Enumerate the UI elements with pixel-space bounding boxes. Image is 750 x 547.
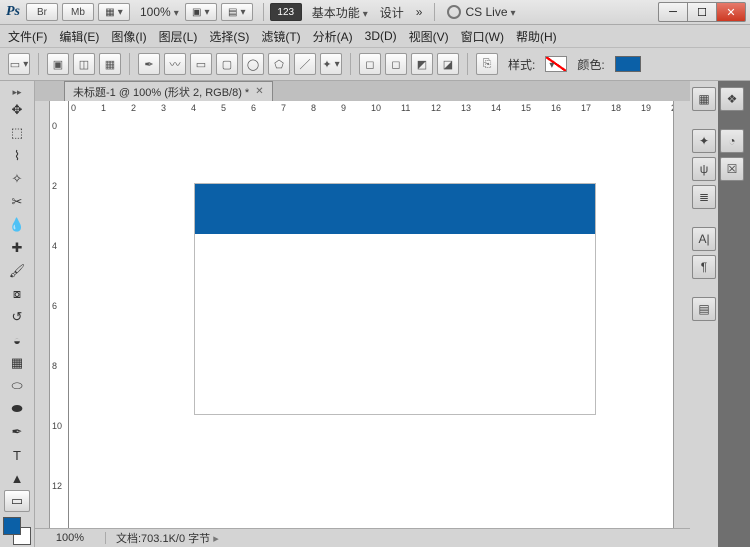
color-swatch[interactable]	[615, 56, 641, 72]
type-tool[interactable]: T	[4, 444, 30, 466]
document-tab-title: 未标题-1 @ 100% (形状 2, RGB/8) *	[73, 84, 249, 100]
status-zoom[interactable]: 100%	[35, 532, 106, 544]
vertical-ruler: 024681012	[50, 101, 69, 528]
menu-analysis[interactable]: 分析(A)	[313, 28, 353, 45]
titlebar: Ps Br Mb ▦ 100% ▣ ▤ 123 基本功能 设计 » CS Liv…	[0, 0, 750, 25]
marquee-tool[interactable]: ⬚	[4, 122, 30, 144]
menu-select[interactable]: 选择(S)	[209, 28, 249, 45]
workspace-design[interactable]: 设计	[380, 4, 404, 21]
minibridge-button[interactable]: Mb	[62, 3, 94, 21]
rrect-icon[interactable]: ▢	[216, 53, 238, 75]
workspace-basic[interactable]: 基本功能	[312, 4, 368, 21]
brush-tool[interactable]: 🖌	[4, 260, 30, 282]
screen-mode-button[interactable]: ▣	[185, 3, 217, 21]
link-icon[interactable]: ⎘	[476, 53, 498, 75]
panel-layers-icon[interactable]: ▤	[692, 297, 716, 321]
menu-filter[interactable]: 滤镜(T)	[261, 28, 300, 45]
fg-color-chip[interactable]	[3, 517, 21, 535]
view-extras-button[interactable]: ▤	[221, 3, 253, 21]
ellipse-icon[interactable]: ◯	[242, 53, 264, 75]
window-maximize[interactable]: ☐	[688, 2, 717, 22]
path-intersect-icon[interactable]: ◩	[411, 53, 433, 75]
menu-file[interactable]: 文件(F)	[8, 28, 47, 45]
style-label: 样式:	[508, 56, 535, 73]
right-dock: ▦ ✦ ψ ≣ A| ¶ ▤ ❖ ◔ ☒	[690, 81, 750, 547]
titlebar-zoom[interactable]: 100%	[140, 5, 179, 19]
eyedropper-tool[interactable]: 💧	[4, 214, 30, 236]
history-brush-tool[interactable]: ↺	[4, 306, 30, 328]
panel-history-icon[interactable]: ❖	[720, 87, 744, 111]
menu-help[interactable]: 帮助(H)	[516, 28, 557, 45]
toolbox: ▸▸ ✥ ⬚ ⌇ ✧ ✂ 💧 ✚ 🖌 ⧇ ↺ ◒ ▦ ⬭ ⬬ ✒ T ▲ ▭	[0, 81, 35, 547]
path-exclude-icon[interactable]: ◪	[437, 53, 459, 75]
pen-tool[interactable]: ✒	[4, 421, 30, 443]
shape-rectangle[interactable]	[195, 184, 595, 234]
paths-icon[interactable]: ◫	[73, 53, 95, 75]
freeform-pen-icon[interactable]: 〰	[164, 53, 186, 75]
tool-preset[interactable]: ▭	[8, 53, 30, 75]
cslive-button[interactable]: CS Live	[447, 5, 515, 20]
window-minimize[interactable]: ─	[658, 2, 688, 22]
bridge-button[interactable]: Br	[26, 3, 58, 21]
arrange-docs-button[interactable]: ▦	[98, 3, 130, 21]
app-logo: Ps	[6, 4, 26, 20]
status-bar: 100% 文档:703.1K/0 字节	[35, 528, 690, 547]
stamp-tool[interactable]: ⧇	[4, 283, 30, 305]
panel-swatches-icon[interactable]: ✦	[692, 129, 716, 153]
panel-info-icon[interactable]: ☒	[720, 157, 744, 181]
menu-3d[interactable]: 3D(D)	[365, 29, 397, 43]
shape-layers-icon[interactable]: ▣	[47, 53, 69, 75]
rect-icon[interactable]: ▭	[190, 53, 212, 75]
path-select-tool[interactable]: ▲	[4, 467, 30, 489]
panel-styles-icon[interactable]: ψ	[692, 157, 716, 181]
style-swatch[interactable]	[545, 56, 567, 72]
panel-nav-icon[interactable]: ◔	[720, 129, 744, 153]
heal-tool[interactable]: ✚	[4, 237, 30, 259]
panel-char-icon[interactable]: A|	[692, 227, 716, 251]
polygon-icon[interactable]: ⬠	[268, 53, 290, 75]
options-bar: ▭ ▣ ◫ ▦ ✒ 〰 ▭ ▢ ◯ ⬠ ／ ✦ ◻ ◻ ◩ ◪ ⎘ 样式: 颜色…	[0, 48, 750, 81]
color-label: 颜色:	[577, 56, 604, 73]
path-subtract-icon[interactable]: ◻	[385, 53, 407, 75]
canvas[interactable]	[69, 119, 673, 528]
artboard	[194, 183, 596, 415]
pen-icon[interactable]: ✒	[138, 53, 160, 75]
crop-tool[interactable]: ✂	[4, 191, 30, 213]
blur-tool[interactable]: ⬭	[4, 375, 30, 397]
color-chips[interactable]	[3, 517, 31, 545]
menu-edit[interactable]: 编辑(E)	[59, 28, 99, 45]
vertical-scrollbar[interactable]	[673, 101, 690, 528]
path-add-icon[interactable]: ◻	[359, 53, 381, 75]
gradient-tool[interactable]: ▦	[4, 352, 30, 374]
menu-window[interactable]: 窗口(W)	[461, 28, 504, 45]
document-tabstrip: 未标题-1 @ 100% (形状 2, RGB/8) * ✕	[35, 81, 690, 101]
document-tab[interactable]: 未标题-1 @ 100% (形状 2, RGB/8) * ✕	[64, 81, 273, 102]
panel-color-icon[interactable]: ▦	[692, 87, 716, 111]
status-docinfo[interactable]: 文档:703.1K/0 字节	[116, 530, 219, 546]
menubar: 文件(F) 编辑(E) 图像(I) 图层(L) 选择(S) 滤镜(T) 分析(A…	[0, 25, 750, 48]
rectangle-tool[interactable]: ▭	[4, 490, 30, 512]
eraser-tool[interactable]: ◒	[4, 329, 30, 351]
menu-image[interactable]: 图像(I)	[111, 28, 146, 45]
fill-pixels-icon[interactable]: ▦	[99, 53, 121, 75]
close-tab-icon[interactable]: ✕	[255, 86, 263, 97]
panel-para-icon[interactable]: ¶	[692, 255, 716, 279]
window-close[interactable]: ✕	[717, 2, 746, 22]
lasso-tool[interactable]: ⌇	[4, 145, 30, 167]
dodge-tool[interactable]: ⬬	[4, 398, 30, 420]
move-tool[interactable]: ✥	[4, 99, 30, 121]
menu-layer[interactable]: 图层(L)	[159, 28, 198, 45]
titlebar-num[interactable]: 123	[270, 3, 302, 21]
panel-adjust-icon[interactable]: ≣	[692, 185, 716, 209]
line-icon[interactable]: ／	[294, 53, 316, 75]
wand-tool[interactable]: ✧	[4, 168, 30, 190]
menu-view[interactable]: 视图(V)	[409, 28, 449, 45]
custom-shape-icon[interactable]: ✦	[320, 53, 342, 75]
workspace-more[interactable]: »	[416, 5, 423, 19]
horizontal-ruler: 01234567891011121314151617181920	[69, 101, 673, 120]
